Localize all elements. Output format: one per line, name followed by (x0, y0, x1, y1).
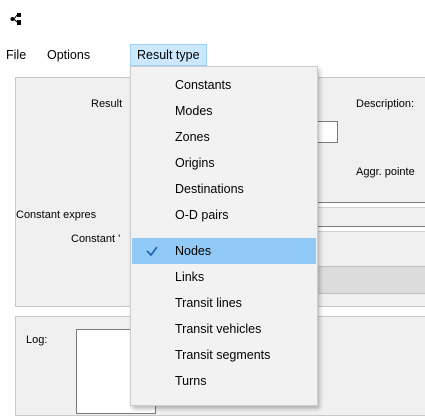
dropdown-item-label: Constants (175, 78, 232, 92)
dropdown-item-transit-segments[interactable]: Transit segments (132, 342, 316, 368)
dropdown-item-label: Destinations (175, 182, 244, 196)
menu-result-type[interactable]: Result type (130, 44, 207, 66)
action-button[interactable] (316, 266, 425, 294)
dropdown-item-label: Origins (175, 156, 215, 170)
menu-bar: File Options Result type (0, 44, 425, 66)
log-label: Log: (26, 334, 48, 346)
dropdown-item-constants[interactable]: Constants (132, 72, 316, 98)
constant-expression-label: Constant expres (16, 209, 97, 221)
result-label: Result (91, 98, 123, 110)
description-label: Description: (356, 98, 415, 110)
dropdown-item-nodes[interactable]: Nodes (132, 238, 316, 264)
dropdown-item-label: Turns (175, 374, 207, 388)
dropdown-item-turns[interactable]: Turns (132, 368, 316, 394)
dropdown-item-label: Transit lines (175, 296, 242, 310)
dropdown-item-transit-vehicles[interactable]: Transit vehicles (132, 316, 316, 342)
dropdown-item-label: O-D pairs (175, 208, 229, 222)
dropdown-item-label: Nodes (175, 244, 212, 258)
constant-expression-field[interactable] (316, 202, 425, 208)
network-icon (10, 13, 21, 25)
dropdown-item-label: Links (175, 270, 205, 284)
dropdown-item-label: Transit segments (175, 348, 271, 362)
dropdown-item-label: Zones (175, 130, 210, 144)
dropdown-item-modes[interactable]: Modes (132, 98, 316, 124)
dropdown-item-destinations[interactable]: Destinations (132, 176, 316, 202)
dropdown-item-zones[interactable]: Zones (132, 124, 316, 150)
dropdown-item-label: Transit vehicles (175, 322, 262, 336)
result-type-dropdown: Constants Modes Zones Origins Destinatio… (130, 66, 318, 406)
dropdown-item-transit-lines[interactable]: Transit lines (132, 290, 316, 316)
aggr-pointer-label: Aggr. pointe (356, 166, 415, 178)
dropdown-item-label: Modes (175, 104, 213, 118)
menu-file[interactable]: File (0, 44, 32, 66)
menu-options[interactable]: Options (41, 44, 96, 66)
constant-label: Constant ' (71, 233, 121, 245)
dropdown-item-links[interactable]: Links (132, 264, 316, 290)
check-icon (146, 246, 158, 257)
dropdown-item-od-pairs[interactable]: O-D pairs (132, 202, 316, 228)
constant-field[interactable] (316, 226, 425, 232)
title-bar (0, 0, 425, 34)
dropdown-item-origins[interactable]: Origins (132, 150, 316, 176)
